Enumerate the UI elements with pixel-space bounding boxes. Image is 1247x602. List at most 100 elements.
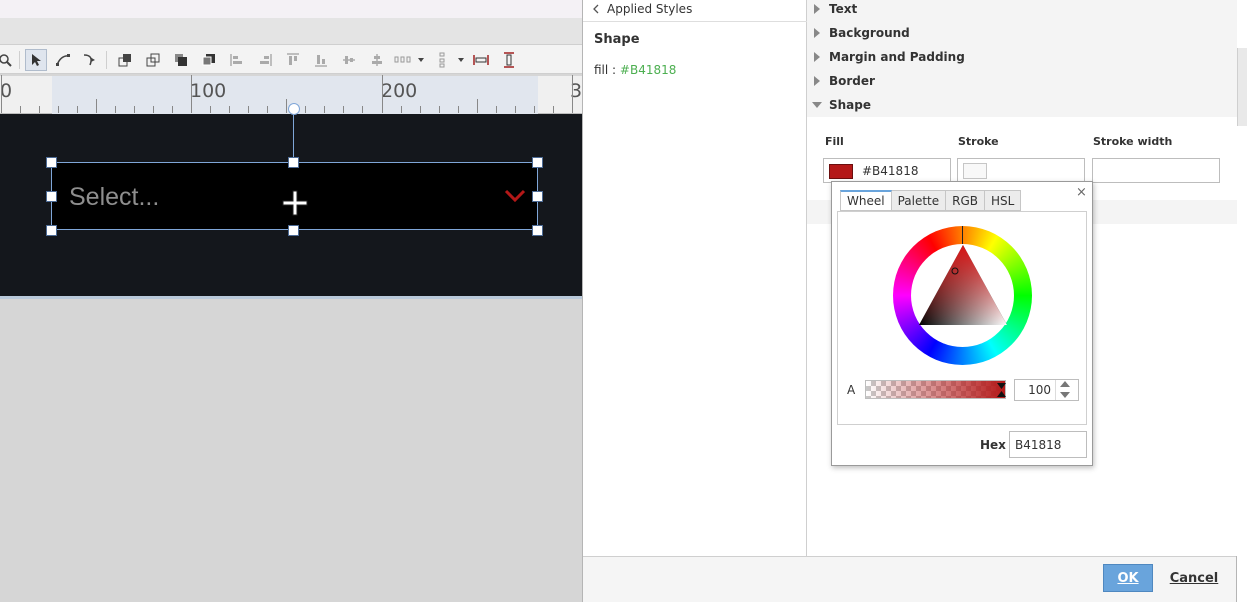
ruler-tick [400, 106, 402, 113]
cancel-button[interactable]: Cancel [1167, 564, 1221, 592]
saturation-triangle[interactable] [917, 243, 1009, 327]
resize-handle-left[interactable] [46, 191, 57, 202]
ruler-tick [114, 106, 116, 113]
ruler-tick [572, 75, 573, 113]
group-icon[interactable] [114, 49, 136, 71]
alpha-value: 100 [1028, 383, 1051, 397]
tab-wheel[interactable]: Wheel [840, 190, 892, 211]
color-picker-popup: × Wheel Palette RGB HSL A 100 Hex B41818 [831, 181, 1093, 466]
resize-handle-top-right[interactable] [532, 157, 543, 168]
alpha-slider[interactable] [865, 380, 1006, 399]
ruler-tick [514, 106, 516, 113]
fill-color-value: #B41818 [862, 164, 919, 178]
stroke-color-field[interactable] [957, 158, 1085, 183]
dropdown-placeholder: Select... [69, 183, 160, 211]
tab-strip [0, 18, 582, 44]
zoom-icon[interactable] [0, 49, 16, 71]
ruler-tick [152, 106, 154, 113]
resize-handle-right[interactable] [532, 191, 543, 202]
ruler-tick [476, 99, 478, 113]
caret-right-icon [814, 4, 820, 14]
alpha-slider-thumb[interactable] [997, 383, 1006, 397]
section-background[interactable]: Background [807, 21, 1237, 45]
align-middle-icon[interactable] [338, 49, 360, 71]
stepper-down-icon[interactable] [1060, 392, 1070, 398]
align-top-icon[interactable] [282, 49, 304, 71]
ruler-tick [133, 106, 135, 113]
bring-forward-icon[interactable] [170, 49, 192, 71]
spacing-dropdown-icon[interactable] [432, 49, 466, 71]
divider [583, 21, 807, 22]
ruler-tick [305, 106, 307, 113]
pointer-tool-button[interactable] [25, 49, 47, 71]
hue-marker[interactable] [962, 226, 963, 244]
section-label: Shape [829, 98, 872, 112]
section-label: Margin and Padding [829, 50, 965, 64]
resize-handle-bottom[interactable] [288, 225, 299, 236]
close-icon[interactable]: × [1076, 186, 1087, 199]
caret-right-icon [814, 76, 820, 86]
match-width-icon[interactable] [470, 49, 492, 71]
align-left-icon[interactable] [226, 49, 248, 71]
ruler-tick [438, 106, 440, 113]
section-label: Border [829, 74, 875, 88]
ruler-tick [286, 99, 288, 113]
ruler-tick [76, 106, 78, 113]
section-shape[interactable]: Shape [807, 93, 1237, 117]
background-window-edge [1237, 0, 1247, 602]
ruler-tick [362, 106, 364, 113]
ungroup-icon[interactable] [142, 49, 164, 71]
tab-palette[interactable]: Palette [891, 190, 947, 211]
section-border[interactable]: Border [807, 69, 1237, 93]
applied-styles-back-button[interactable]: Applied Styles [593, 2, 692, 16]
rotation-handle[interactable] [288, 103, 300, 115]
section-margin-padding[interactable]: Margin and Padding [807, 45, 1237, 69]
style-property-value: #B41818 [619, 63, 677, 77]
fill-color-swatch[interactable] [829, 164, 853, 179]
tab-rgb[interactable]: RGB [946, 190, 986, 211]
distribute-dropdown-icon[interactable] [392, 49, 426, 71]
resize-handle-top-left[interactable] [46, 157, 57, 168]
resize-handle-top[interactable] [288, 157, 299, 168]
ruler-tick [343, 106, 345, 113]
move-cursor-icon [282, 190, 308, 216]
ruler-tick [419, 106, 421, 113]
align-bottom-icon[interactable] [310, 49, 332, 71]
alpha-stepper[interactable]: 100 [1014, 379, 1079, 401]
section-text[interactable]: Text [807, 0, 1237, 21]
applied-styles-panel: Applied Styles Shape fill : #B41818 [583, 0, 807, 556]
fill-color-field[interactable]: #B41818 [823, 158, 951, 183]
send-backward-icon[interactable] [198, 49, 220, 71]
rotation-guide [293, 110, 294, 162]
stroke-width-input[interactable] [1092, 158, 1220, 183]
ruler-tick [19, 106, 21, 113]
stroke-color-swatch[interactable] [963, 163, 987, 179]
ruler-tick [229, 106, 231, 113]
stroke-width-label: Stroke width [1093, 135, 1173, 148]
path-tool-button[interactable] [79, 49, 101, 71]
canvas-edge [0, 296, 582, 299]
style-property-fill[interactable]: fill : #B41818 [594, 63, 676, 77]
align-center-icon[interactable] [366, 49, 388, 71]
hex-input[interactable] [1009, 431, 1087, 458]
resize-handle-bottom-right[interactable] [532, 225, 543, 236]
ruler-tick [38, 106, 40, 113]
designer-toolbar [0, 44, 582, 74]
caret-right-icon [814, 52, 820, 62]
resize-handle-bottom-left[interactable] [46, 225, 57, 236]
picker-tabs: Wheel Palette RGB HSL [840, 190, 1022, 211]
match-height-icon[interactable] [498, 49, 520, 71]
tab-hsl[interactable]: HSL [985, 190, 1022, 211]
ruler-tick [95, 99, 97, 113]
align-right-icon[interactable] [254, 49, 276, 71]
designer-area: 0 100 200 3 Select... [0, 0, 582, 602]
style-property-key: fill [594, 63, 609, 77]
stepper-up-icon[interactable] [1060, 381, 1070, 387]
section-label: Background [829, 26, 910, 40]
stroke-label: Stroke [958, 135, 999, 148]
ruler-tick [248, 106, 250, 113]
ok-button[interactable]: OK [1103, 564, 1153, 592]
node-edit-tool-button[interactable] [52, 49, 74, 71]
ruler-tick [267, 106, 269, 113]
chevron-down-icon [504, 189, 526, 203]
